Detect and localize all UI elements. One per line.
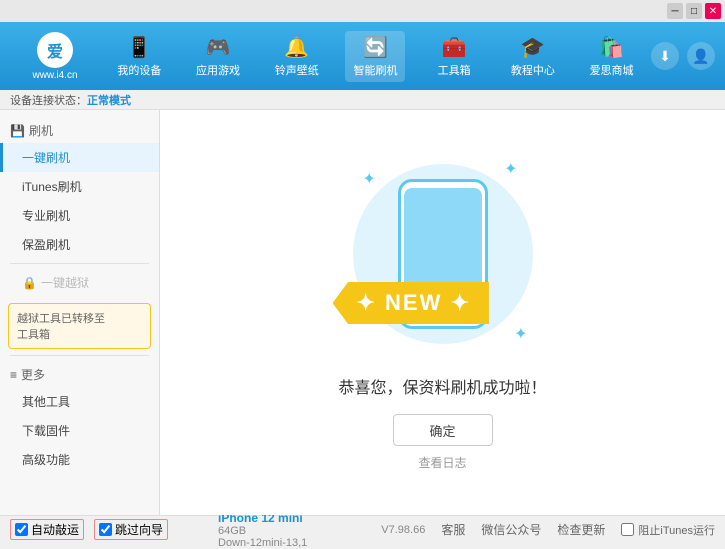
phone-illustration: ✦ ✦ ✦ ✦ NEW ✦ — [343, 154, 543, 354]
sidebar: 💾 刷机 一键刷机 iTunes刷机 专业刷机 保盈刷机 🔒 一键越狱 越狱工具… — [0, 110, 160, 515]
sidebar-jailbreak-header: 🔒 一键越狱 — [0, 268, 159, 297]
nav-ai-shop-icon: 🛍️ — [599, 35, 624, 60]
nav-toolbox-icon: 🧰 — [442, 35, 467, 60]
sidebar-divider-1 — [10, 263, 149, 264]
sparkle-top-left: ✦ — [363, 169, 376, 189]
title-bar: ─ □ ✕ — [0, 0, 725, 22]
nav-tutorial-icon: 🎓 — [520, 35, 545, 60]
status-label: 设备连接状态： — [10, 92, 87, 108]
nav-app-game-icon: 🎮 — [206, 35, 231, 60]
confirm-button[interactable]: 确定 — [393, 414, 493, 446]
download-button[interactable]: ⬇ — [651, 42, 679, 70]
sparkle-top-right: ✦ — [504, 159, 517, 179]
sidebar-item-one-click-flash[interactable]: 一键刷机 — [0, 143, 159, 172]
skip-wizard-input[interactable] — [99, 523, 112, 536]
itunes-checkbox[interactable] — [621, 523, 634, 536]
nav-app-game[interactable]: 🎮 应用游戏 — [188, 31, 248, 82]
bottom-bar: 自动敲运 跳过向导 iPhone 12 mini 64GB Down-12min… — [0, 515, 725, 543]
nav-ringtone-icon: 🔔 — [284, 35, 309, 60]
nav-smart-flash-icon: 🔄 — [363, 35, 388, 60]
flash-section-icon: 💾 — [10, 124, 25, 138]
sidebar-item-save-flash[interactable]: 保盈刷机 — [0, 230, 159, 259]
logo-subtext: www.i4.cn — [32, 70, 77, 81]
success-text: 恭喜您，保资料刷机成功啦！ — [338, 374, 546, 398]
logo: 爱 www.i4.cn — [10, 32, 100, 81]
lock-icon: 🔒 — [22, 276, 37, 290]
sidebar-more-header: ≡ 更多 — [0, 360, 159, 387]
auto-jump-checkbox[interactable]: 自动敲运 — [10, 519, 84, 540]
nav-my-device-icon: 📱 — [127, 35, 152, 60]
version-text: V7.98.66 — [381, 524, 425, 536]
check-update-link[interactable]: 检查更新 — [557, 521, 605, 538]
sidebar-item-download-firmware[interactable]: 下载固件 — [0, 416, 159, 445]
itunes-label: 阻止iTunes运行 — [638, 522, 715, 538]
close-button[interactable]: ✕ — [705, 3, 721, 19]
nav-items: 📱 我的设备 🎮 应用游戏 🔔 铃声壁纸 🔄 智能刷机 🧰 工具箱 🎓 教程中心… — [100, 31, 651, 82]
sidebar-flash-header: 💾 刷机 — [0, 116, 159, 143]
skip-wizard-checkbox[interactable]: 跳过向导 — [94, 519, 168, 540]
status-value: 正常模式 — [87, 92, 131, 108]
main-content: 💾 刷机 一键刷机 iTunes刷机 专业刷机 保盈刷机 🔒 一键越狱 越狱工具… — [0, 110, 725, 515]
skip-wizard-label: 跳过向导 — [115, 521, 163, 538]
nav-toolbox[interactable]: 🧰 工具箱 — [424, 31, 484, 82]
nav-tutorial[interactable]: 🎓 教程中心 — [503, 31, 563, 82]
jailbreak-warning: 越狱工具已转移至工具箱 — [8, 303, 151, 349]
top-nav: 爱 www.i4.cn 📱 我的设备 🎮 应用游戏 🔔 铃声壁纸 🔄 智能刷机 … — [0, 22, 725, 90]
status-bar: 设备连接状态： 正常模式 — [0, 90, 725, 110]
sidebar-item-advanced[interactable]: 高级功能 — [0, 445, 159, 474]
sparkle-bottom-right: ✦ — [514, 324, 527, 344]
more-section-icon: ≡ — [10, 368, 17, 382]
nav-smart-flash[interactable]: 🔄 智能刷机 — [345, 31, 405, 82]
wechat-link[interactable]: 微信公众号 — [481, 521, 541, 538]
support-link[interactable]: 客服 — [441, 521, 465, 538]
itunes-status: 阻止iTunes运行 — [621, 522, 715, 538]
auto-jump-label: 自动敲运 — [31, 521, 79, 538]
nav-ringtone[interactable]: 🔔 铃声壁纸 — [267, 31, 327, 82]
new-banner: ✦ NEW ✦ — [333, 282, 489, 324]
nav-ai-shop[interactable]: 🛍️ 爱思商城 — [582, 31, 642, 82]
device-model: Down-12mini-13,1 — [218, 537, 370, 549]
sidebar-item-pro-flash[interactable]: 专业刷机 — [0, 201, 159, 230]
sidebar-divider-2 — [10, 355, 149, 356]
goto-log-link[interactable]: 查看日志 — [418, 454, 466, 471]
bottom-right: V7.98.66 客服 微信公众号 检查更新 阻止iTunes运行 — [370, 521, 715, 538]
nav-right-buttons: ⬇ 👤 — [651, 42, 715, 70]
sidebar-item-itunes-flash[interactable]: iTunes刷机 — [0, 172, 159, 201]
device-storage: 64GB — [218, 525, 370, 537]
logo-icon: 爱 — [37, 32, 73, 68]
nav-my-device[interactable]: 📱 我的设备 — [109, 31, 169, 82]
maximize-button[interactable]: □ — [686, 3, 702, 19]
device-info: iPhone 12 mini 64GB Down-12mini-13,1 — [210, 511, 370, 549]
minimize-button[interactable]: ─ — [667, 3, 683, 19]
auto-jump-input[interactable] — [15, 523, 28, 536]
user-button[interactable]: 👤 — [687, 42, 715, 70]
content-area: ✦ ✦ ✦ ✦ NEW ✦ 恭喜您，保资料刷机成功啦！ 确定 查看日志 — [160, 110, 725, 515]
bottom-left: 自动敲运 跳过向导 — [10, 519, 210, 540]
sidebar-item-other-tools[interactable]: 其他工具 — [0, 387, 159, 416]
